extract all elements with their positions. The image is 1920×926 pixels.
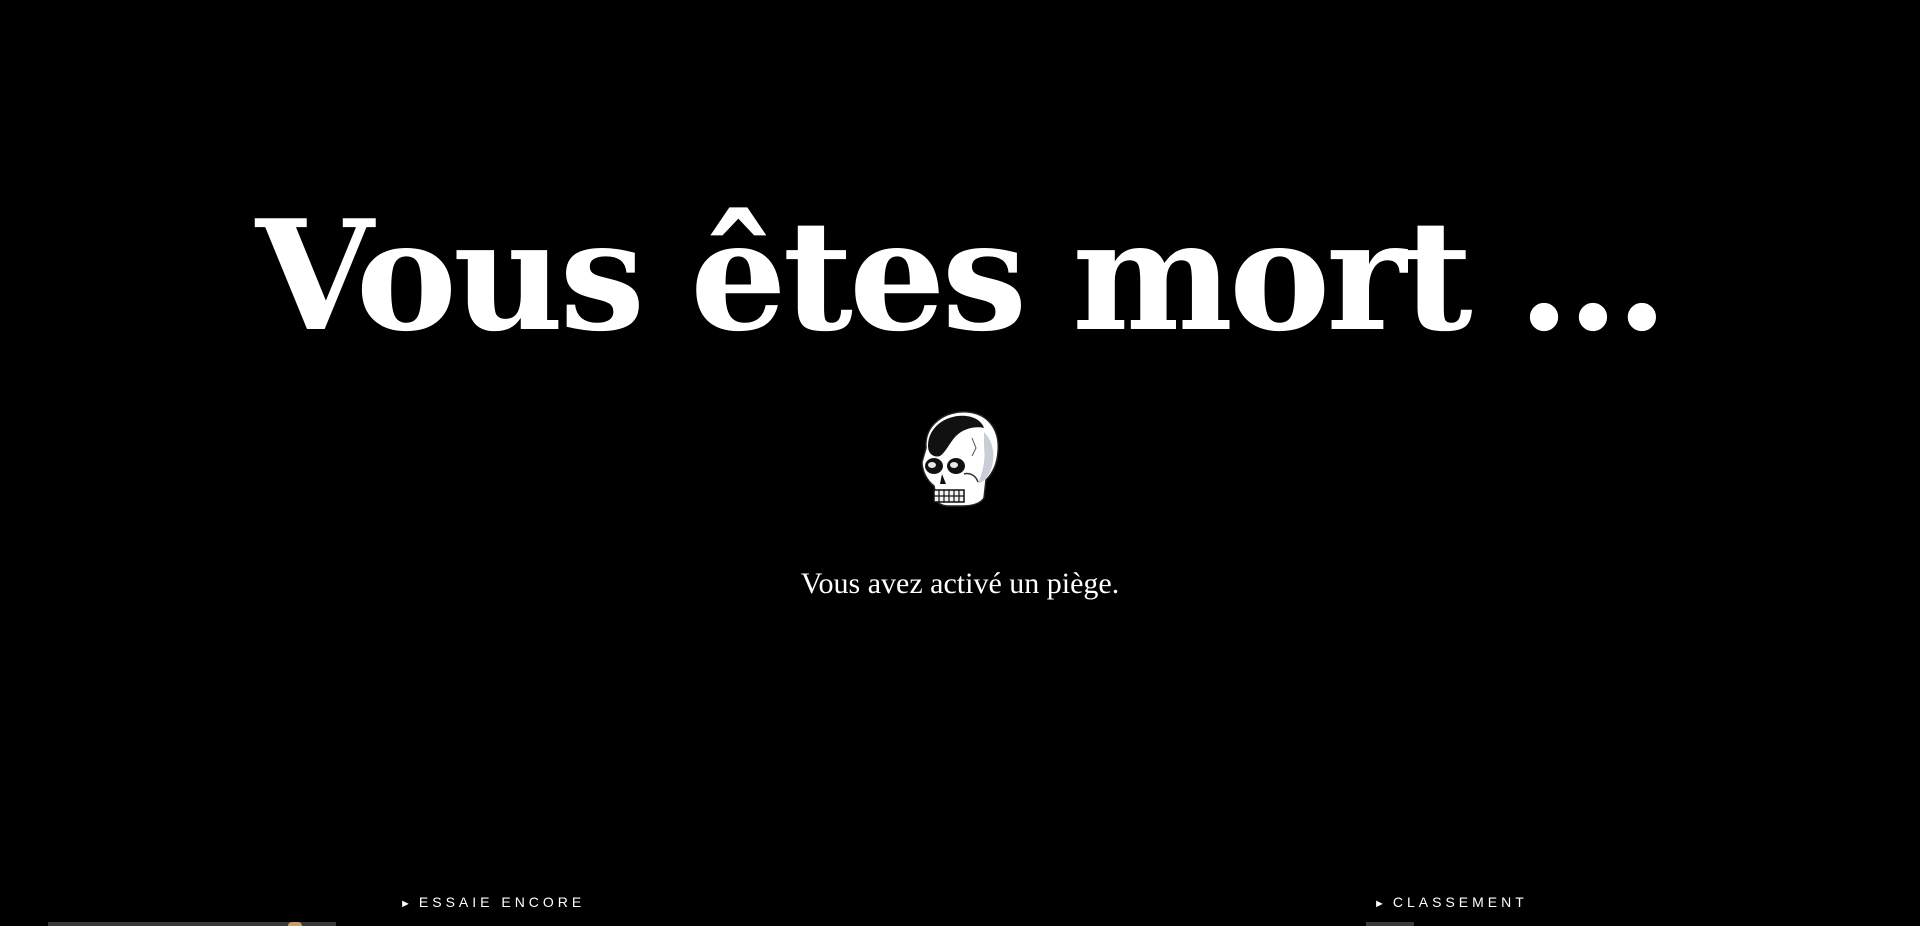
death-message: Vous avez activé un piège. (800, 567, 1120, 600)
bottom-bar-right (1366, 922, 1414, 926)
retry-button[interactable]: ► ESSAIE ENCORE (400, 892, 585, 914)
death-title: Vous êtes mort ... (255, 186, 1669, 365)
play-arrow-icon: ► (400, 898, 411, 910)
skull-icon (921, 411, 999, 507)
bottom-bar-indicator (288, 922, 302, 926)
retry-label: ESSAIE ENCORE (418, 894, 586, 910)
play-arrow-icon: ► (1374, 898, 1385, 910)
ranking-label: CLASSEMENT (1392, 894, 1528, 910)
ranking-button[interactable]: ► CLASSEMENT (1374, 892, 1528, 914)
